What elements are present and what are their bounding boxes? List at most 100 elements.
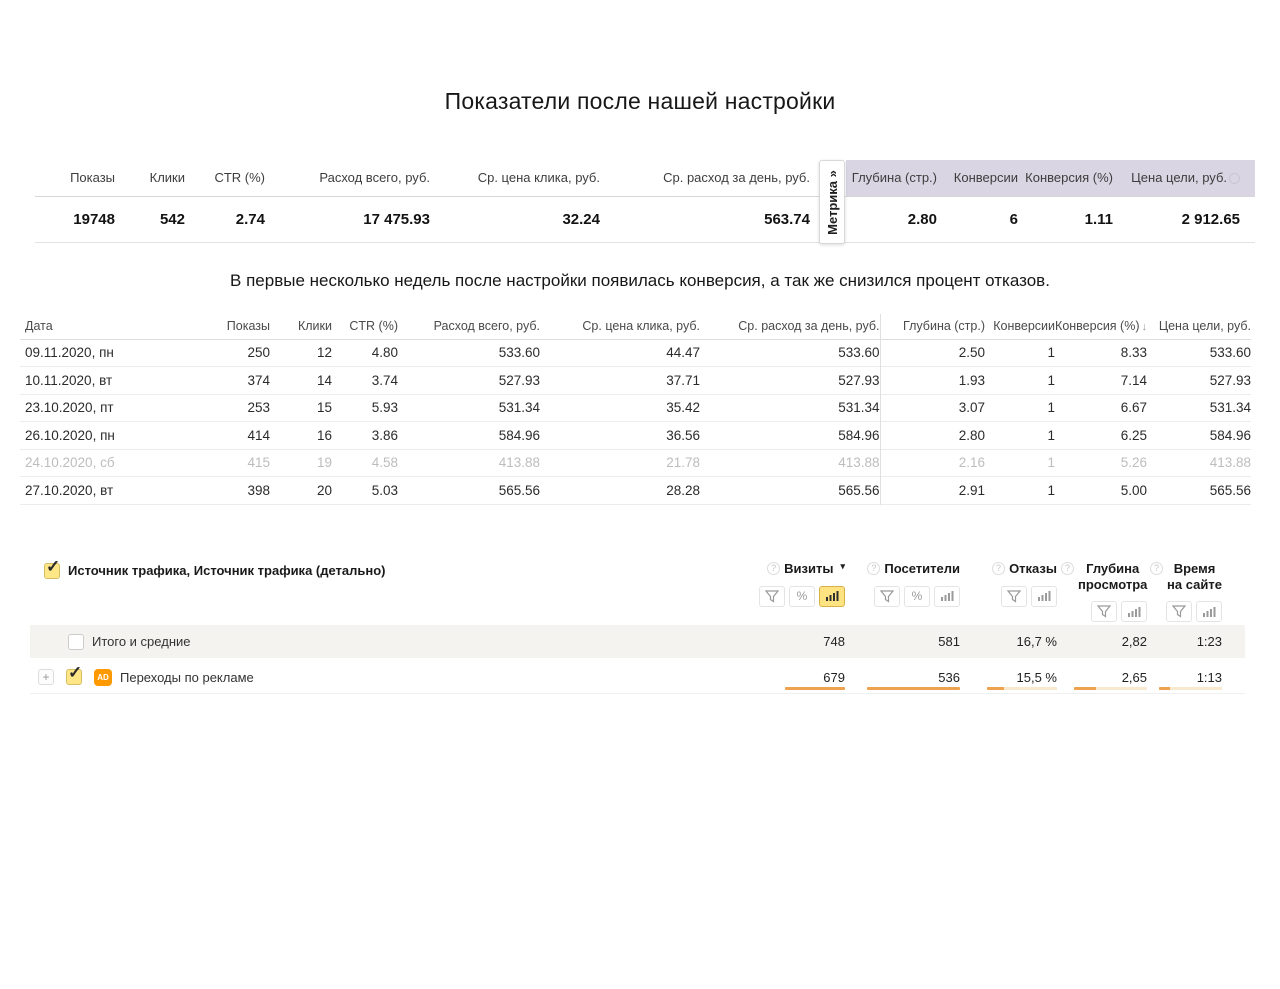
help-question-icon[interactable]: ? [992, 562, 1006, 575]
metric-header-depth[interactable]: ? Глубина просмотра [1061, 561, 1147, 592]
summary-conversions-value: 6 [1009, 210, 1018, 228]
metric-column-visits: ? Визиты ▾ % [749, 553, 845, 607]
cell: 20 [316, 482, 332, 498]
col-header-total-cost[interactable]: Расход всего, руб. [398, 314, 540, 339]
source-row-ads: + ✓ AD Переходы по рекламе 679 536 15,5 … [30, 661, 1245, 695]
col-header-conversions[interactable]: Конверсии [985, 314, 1055, 339]
col-header-conversions[interactable]: Конверсии [937, 160, 1018, 196]
filter-icon[interactable] [1091, 601, 1117, 623]
chart-icon[interactable] [1196, 601, 1222, 623]
percent-icon[interactable]: % [789, 585, 815, 607]
chart-icon[interactable] [819, 585, 845, 607]
col-header-goal-cost[interactable]: Цена цели, руб. [1147, 314, 1251, 339]
col-header-depth[interactable]: Глубина (стр.) [846, 160, 937, 196]
metric-header-time[interactable]: ? Время на сайте [1150, 561, 1222, 592]
col-header-depth[interactable]: Глубина (стр.) [879, 314, 985, 339]
cell: 44.47 [666, 345, 700, 361]
ads-depth: 2,65 [1057, 661, 1147, 693]
cell-date: 09.11.2020, пн [25, 345, 114, 361]
metric-header-visitors[interactable]: ? Посетители [867, 561, 960, 577]
histogram-bar [1074, 687, 1147, 691]
value: 15,5 % [1016, 669, 1057, 685]
cell: 527.93 [1209, 372, 1251, 388]
col-header-shows[interactable]: Показы [35, 160, 115, 196]
cell: 533.60 [498, 345, 540, 361]
cell: 2.50 [879, 339, 985, 367]
cell: 415 [247, 455, 270, 471]
chart-icon[interactable] [1121, 601, 1147, 623]
help-question-icon[interactable]: ? [867, 562, 881, 575]
cell: 584.96 [838, 427, 880, 443]
col-header-ctr[interactable]: CTR (%) [332, 314, 398, 339]
ads-time: 1:13 [1147, 661, 1222, 693]
metrika-sources-panel: ✓ Источник трафика, Источник трафика (де… [30, 553, 1245, 695]
cell: 413.88 [498, 455, 540, 471]
col-header-clicks[interactable]: Клики [115, 160, 185, 196]
summary-total-cost-value: 17 475.93 [363, 210, 430, 228]
histogram-bar [867, 687, 960, 691]
metric-column-depth: ? Глубина просмотра [1057, 553, 1147, 623]
col-header-date[interactable]: Дата [20, 314, 205, 339]
metrika-tab[interactable]: Метрика » [819, 160, 845, 244]
filter-icon[interactable] [759, 585, 785, 607]
table-row: 23.10.2020, пт 253 15 5.93 531.34 35.42 … [20, 394, 1251, 422]
col-header-avg-cpc[interactable]: Ср. цена клика, руб. [540, 314, 700, 339]
cell-date: 24.10.2020, сб [25, 455, 115, 471]
col-header-clicks[interactable]: Клики [270, 314, 332, 339]
ad-badge-icon: AD [94, 668, 112, 686]
cell: 5.26 [1120, 455, 1147, 471]
cell: 1.93 [879, 366, 985, 394]
cell: 584.96 [498, 427, 540, 443]
col-header-goal-cost[interactable]: Цена цели, руб. [1113, 160, 1255, 196]
col-header-conversion-rate[interactable]: Конверсия (%) [1018, 160, 1113, 196]
cell: 35.42 [666, 400, 700, 416]
col-header-ctr[interactable]: CTR (%) [185, 160, 265, 196]
col-header-conversion-rate[interactable]: Конверсия (%) ↓ [1055, 314, 1147, 339]
filter-icon[interactable] [1166, 601, 1192, 623]
source-label: Переходы по рекламе [120, 669, 254, 685]
expand-plus-button[interactable]: + [38, 669, 54, 686]
group-checkbox[interactable]: ✓ [44, 557, 60, 579]
col-header-avg-cpc[interactable]: Ср. цена клика, руб. [430, 160, 600, 196]
summary-ctr-value: 2.74 [235, 210, 265, 228]
cell: 398 [247, 482, 270, 498]
metric-header-visits[interactable]: ? Визиты ▾ [767, 561, 845, 577]
histogram-bar [785, 687, 845, 691]
ads-bounces: 15,5 % [960, 661, 1057, 693]
table-row: 27.10.2020, вт 398 20 5.03 565.56 28.28 … [20, 476, 1251, 504]
col-header-total-cost[interactable]: Расход всего, руб. [265, 160, 430, 196]
totals-row: Итого и средние 748 581 16,7 % 2,82 1:23 [30, 625, 1245, 659]
cell: 413.88 [1209, 455, 1251, 471]
row-checkbox[interactable]: ✓ [66, 663, 82, 686]
cell: 15 [316, 400, 332, 416]
filter-icon[interactable] [874, 585, 900, 607]
help-question-icon[interactable]: ? [1150, 562, 1163, 575]
col-header-shows[interactable]: Показы [205, 314, 270, 339]
metric-label: Визиты [784, 561, 834, 576]
cell: 5.00 [1120, 482, 1147, 498]
filter-icon[interactable] [1001, 585, 1027, 607]
help-question-icon[interactable]: ? [767, 562, 781, 575]
metric-label: Отказы [1009, 561, 1057, 576]
chart-icon[interactable] [1031, 585, 1057, 607]
cell: 6.67 [1120, 400, 1147, 416]
totals-checkbox[interactable] [68, 633, 84, 650]
cell: 1 [1047, 400, 1055, 416]
metric-label: Время на сайте [1167, 561, 1222, 592]
cell: 8.33 [1120, 345, 1147, 361]
ads-visits: 679 [749, 661, 845, 693]
cell-date: 26.10.2020, пн [25, 427, 115, 443]
metrika-tab-label: Метрика » [824, 169, 840, 235]
col-header-avg-daily-cost[interactable]: Ср. расход за день, руб. [600, 160, 810, 196]
cell-date: 27.10.2020, вт [25, 482, 114, 498]
info-circle-icon [1229, 173, 1240, 185]
metric-header-bounces[interactable]: ? Отказы [992, 561, 1057, 577]
cell: 1 [1047, 372, 1055, 388]
percent-icon[interactable]: % [904, 585, 930, 607]
col-header-avg-daily-cost[interactable]: Ср. расход за день, руб. [700, 314, 880, 339]
summary-shows-value: 19748 [73, 210, 115, 228]
checkmark-icon: ✓ [46, 557, 61, 576]
summary-avg-daily-cost-value: 563.74 [764, 210, 810, 228]
help-question-icon[interactable]: ? [1061, 562, 1074, 575]
chart-icon[interactable] [934, 585, 960, 607]
